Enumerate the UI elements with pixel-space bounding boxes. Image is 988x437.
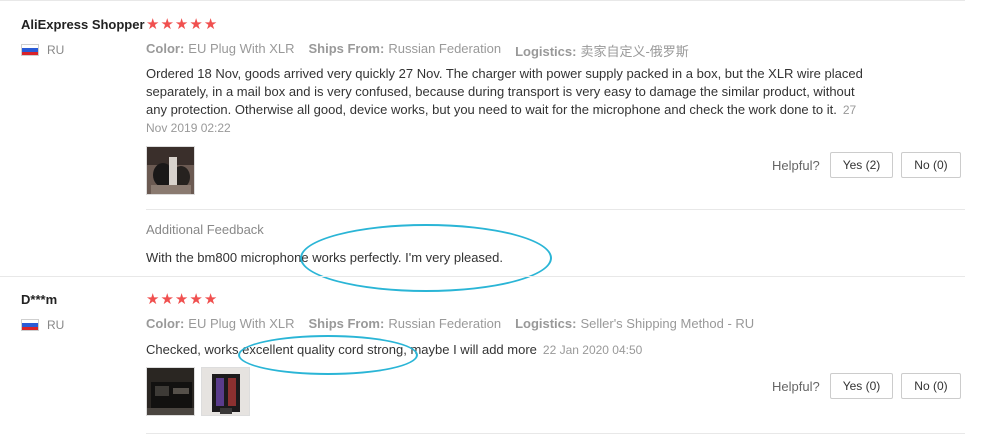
review-text: Ordered 18 Nov, goods arrived very quick…: [146, 66, 863, 135]
country-code: RU: [47, 318, 65, 332]
star-icon: ★: [189, 291, 203, 308]
helpful-yes-button[interactable]: Yes (0): [829, 373, 894, 399]
buyer-name: AliExpress Shopper: [21, 17, 145, 32]
star-rating: ★ ★ ★ ★ ★: [146, 17, 217, 32]
divider: [146, 433, 965, 434]
helpful-no-button[interactable]: No (0): [901, 152, 961, 178]
review-date: 22 Jan 2020 04:50: [542, 343, 643, 357]
star-icon: ★: [203, 16, 218, 33]
divider: [0, 0, 965, 1]
star-icon: ★: [174, 16, 189, 33]
helpful-votes: Helpful? Yes (0) No (0): [772, 373, 961, 399]
country-code: RU: [47, 43, 65, 57]
review-photo-thumbnail[interactable]: [146, 367, 195, 416]
star-icon: ★: [146, 291, 160, 308]
helpful-votes: Helpful? Yes (2) No (0): [772, 152, 961, 178]
helpful-label: Helpful?: [772, 157, 820, 173]
divider: [0, 276, 965, 277]
helpful-yes-button[interactable]: Yes (2): [829, 152, 894, 178]
review-photo-thumbnail[interactable]: [146, 146, 195, 195]
flag-ru-icon: [21, 319, 39, 331]
ships-from-info: Ships From: Russian Federation: [308, 41, 502, 56]
order-info: Color: EU Plug With XLR Ships From: Russia…: [146, 41, 689, 60]
divider: [146, 209, 965, 210]
buyer-country: RU: [21, 43, 64, 57]
star-icon: ★: [174, 291, 189, 308]
buyer-country: RU: [21, 318, 64, 332]
buyer-name: D***m: [21, 292, 58, 307]
star-icon: ★: [146, 16, 160, 33]
color-info: Color: EU Plug With XLR: [146, 41, 295, 56]
color-info: Color: EU Plug With XLR: [146, 316, 295, 331]
logistics-info: Logistics: 卖家自定义-俄罗斯: [515, 44, 689, 59]
logistics-info: Logistics: Seller's Shipping Method - RU: [515, 316, 755, 331]
review-text: Checked, works excellent quality cord st…: [146, 342, 643, 357]
ships-from-info: Ships From: Russian Federation: [308, 316, 502, 331]
star-rating: ★ ★ ★ ★ ★: [146, 292, 217, 307]
star-icon: ★: [160, 291, 174, 308]
helpful-label: Helpful?: [772, 378, 820, 394]
review-photo-thumbnail[interactable]: [201, 367, 250, 416]
star-icon: ★: [203, 291, 218, 308]
star-icon: ★: [160, 16, 174, 33]
helpful-no-button[interactable]: No (0): [901, 373, 961, 399]
order-info: Color: EU Plug With XLR Ships From: Russia…: [146, 316, 754, 331]
additional-feedback-title: Additional Feedback: [146, 222, 264, 237]
star-icon: ★: [189, 16, 203, 33]
flag-ru-icon: [21, 44, 39, 56]
additional-feedback-text: With the bm800 microphone works perfectl…: [146, 250, 503, 265]
